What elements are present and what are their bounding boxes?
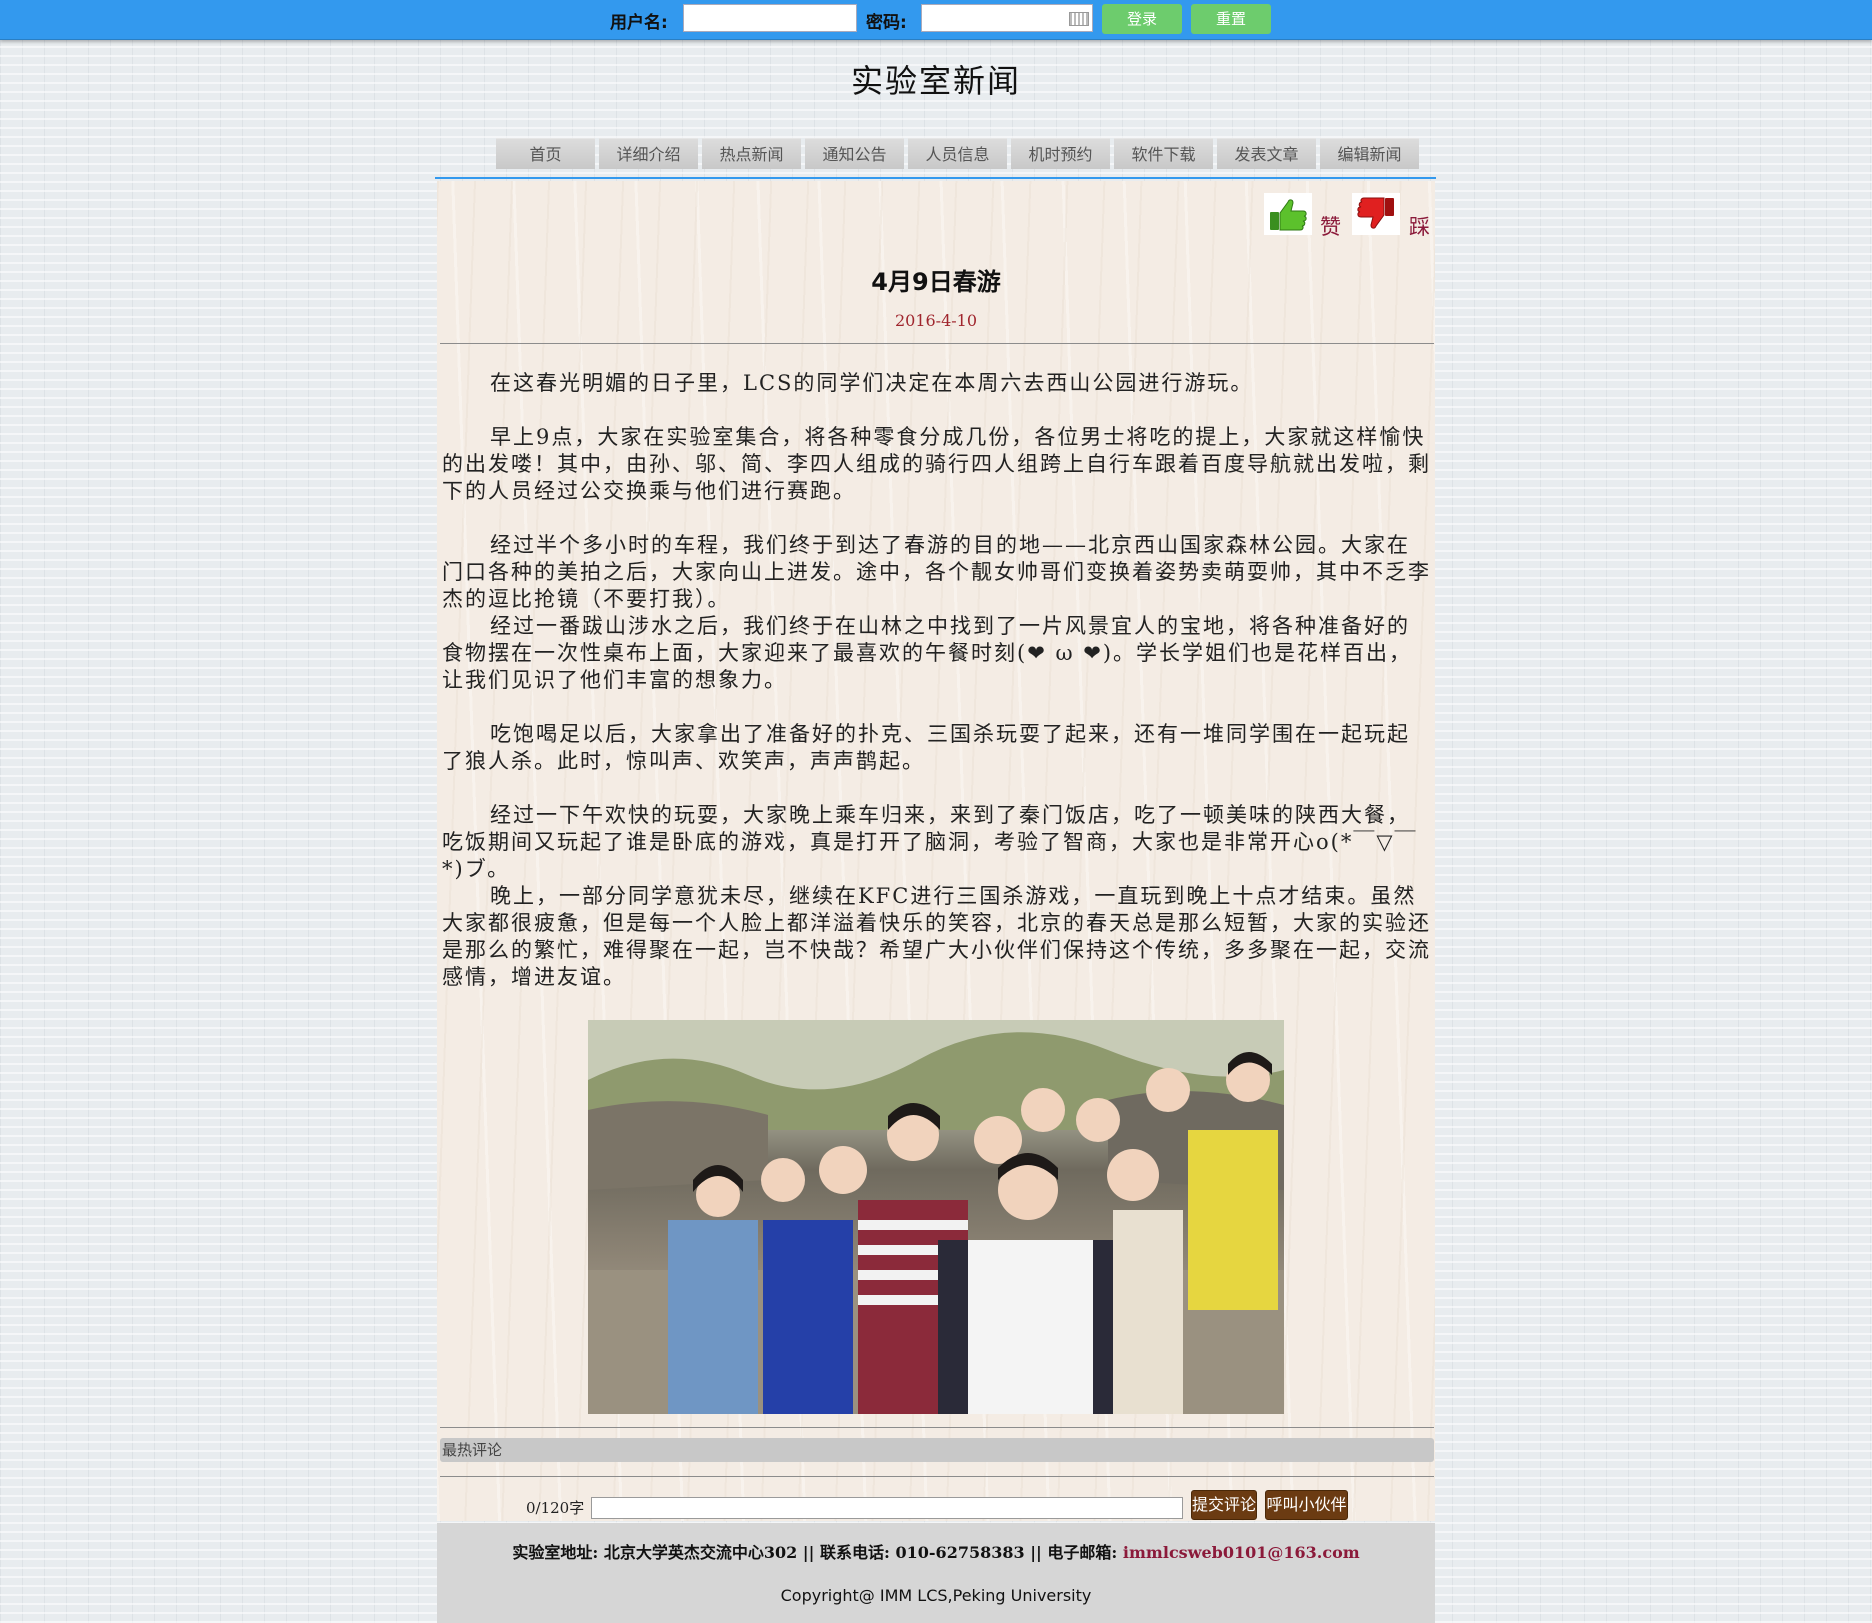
email-link[interactable]: immlcsweb0101@163.com (1123, 1543, 1360, 1562)
article-paragraph: 经过一下午欢快的玩耍，大家晚上乘车归来，来到了秦门饭店，吃了一顿美味的陕西大餐，… (442, 803, 1418, 881)
nav-item-hot-news[interactable]: 热点新闻 (702, 138, 801, 169)
group-photo (588, 1020, 1284, 1414)
password-input[interactable] (921, 4, 1093, 32)
thumbs-down-icon[interactable] (1352, 193, 1400, 235)
separator: || (802, 1543, 815, 1562)
nav-item-publish-article[interactable]: 发表文章 (1217, 138, 1316, 169)
address: 北京大学英杰交流中心302 (603, 1543, 798, 1562)
footer: 实验室地址: 北京大学英杰交流中心302 || 联系电话: 010-627583… (437, 1523, 1435, 1623)
submit-comment-button[interactable]: 提交评论 (1191, 1490, 1257, 1520)
article-paragraph: 吃饱喝足以后，大家拿出了准备好的扑克、三国杀玩耍了起来，还有一堆同学围在一起玩起… (442, 722, 1410, 773)
nav-item-home[interactable]: 首页 (496, 138, 595, 169)
nav-divider (435, 177, 1436, 179)
login-bar: 用户名: 密码: 登录 重置 (0, 0, 1872, 40)
thumbs-up-icon[interactable] (1264, 193, 1312, 235)
nav-item-machine-booking[interactable]: 机时预约 (1011, 138, 1110, 169)
article-paragraph: 经过一番跋山涉水之后，我们终于在山林之中找到了一片风景宜人的宝地，将各种准备好的… (442, 614, 1413, 692)
article-paragraph: 晚上，一部分同学意犹未尽，继续在KFC进行三国杀游戏，一直玩到晚上十点才结束。虽… (442, 884, 1431, 989)
username-input[interactable] (683, 4, 857, 32)
main-nav: 首页 详细介绍 热点新闻 通知公告 人员信息 机时预约 软件下载 发表文章 编辑… (496, 138, 1423, 169)
divider (440, 1476, 1434, 1477)
article-title: 4月9日春游 (871, 268, 1001, 296)
nav-item-edit-news[interactable]: 编辑新闻 (1320, 138, 1419, 169)
keyboard-icon[interactable] (1069, 12, 1089, 26)
nav-item-members[interactable]: 人员信息 (908, 138, 1007, 169)
dislike-label[interactable]: 踩 (1409, 211, 1430, 241)
call-friends-button[interactable]: 呼叫小伙伴 (1265, 1490, 1348, 1520)
comment-input[interactable] (591, 1497, 1183, 1519)
like-label[interactable]: 赞 (1320, 211, 1341, 241)
username-label: 用户名: (610, 13, 668, 33)
site-title: 实验室新闻 (850, 62, 1021, 100)
divider (440, 1427, 1434, 1428)
copyright: Copyright@ IMM LCS,Peking University (780, 1586, 1092, 1605)
article-body: 在这春光明媚的日子里，LCS的同学们决定在本周六去西山公园进行游玩。 早上9点，… (442, 370, 1432, 991)
hot-comments-heading: 最热评论 (440, 1438, 1434, 1462)
nav-item-notices[interactable]: 通知公告 (805, 138, 904, 169)
divider (440, 343, 1434, 344)
phone-label: 联系电话: (820, 1543, 890, 1562)
phone: 010-62758383 (895, 1543, 1025, 1562)
reset-button[interactable]: 重置 (1191, 4, 1271, 34)
article-paragraph: 在这春光明媚的日子里，LCS的同学们决定在本周六去西山公园进行游玩。 (490, 371, 1254, 395)
nav-item-software-download[interactable]: 软件下载 (1114, 138, 1213, 169)
password-label: 密码: (866, 13, 907, 33)
email-label: 电子邮箱: (1047, 1543, 1118, 1562)
nav-item-details[interactable]: 详细介绍 (599, 138, 698, 169)
footer-contact: 实验室地址: 北京大学英杰交流中心302 || 联系电话: 010-627583… (437, 1539, 1435, 1563)
char-counter: 0/120字 (526, 1499, 585, 1517)
separator: || (1030, 1543, 1042, 1562)
article-paragraph: 经过半个多小时的车程，我们终于到达了春游的目的地——北京西山国家森林公园。大家在… (442, 533, 1431, 611)
login-button[interactable]: 登录 (1102, 4, 1182, 34)
article-date: 2016-4-10 (894, 311, 978, 330)
address-label: 实验室地址: (512, 1543, 599, 1562)
article-paragraph: 早上9点，大家在实验室集合，将各种零食分成几份，各位男士将吃的提上，大家就这样愉… (442, 425, 1431, 503)
